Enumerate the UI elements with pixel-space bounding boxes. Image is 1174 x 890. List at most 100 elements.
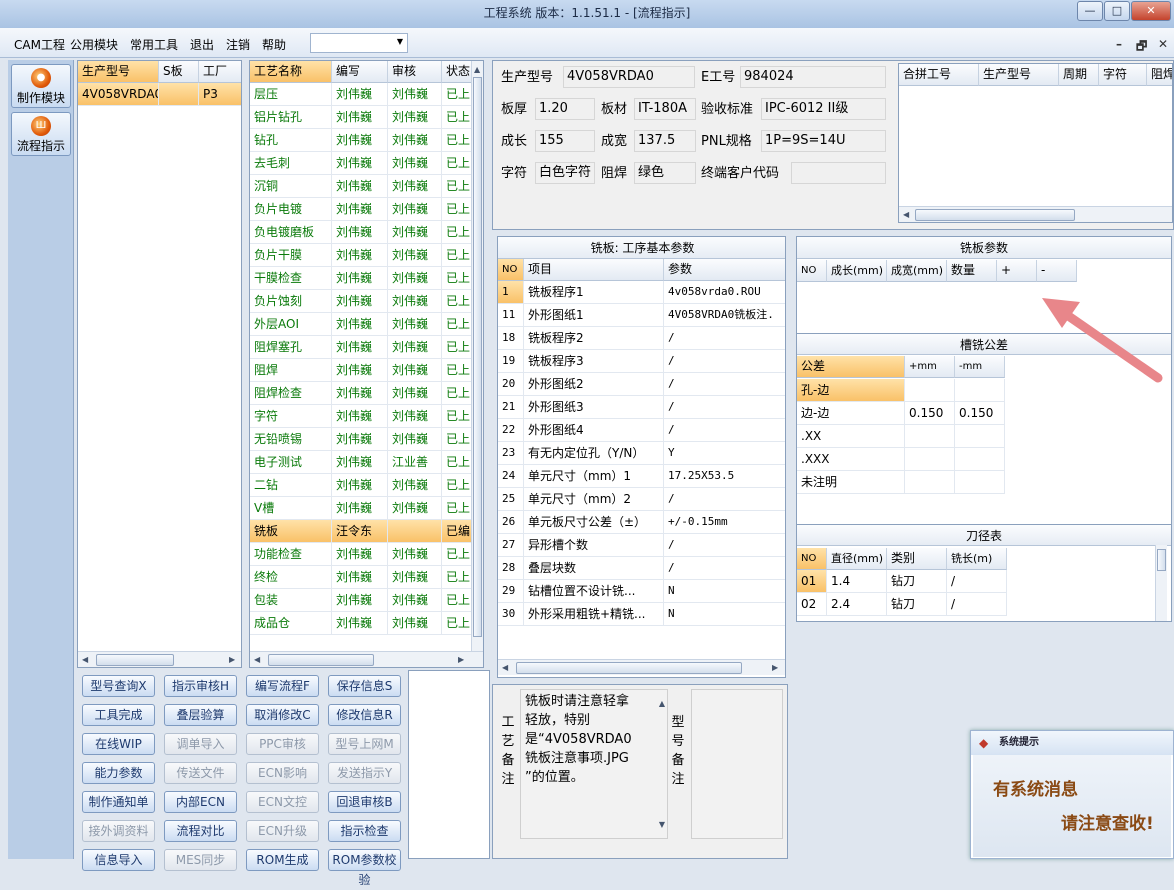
thickness-field[interactable]: 1.20 [535, 98, 595, 120]
process-name-cell[interactable]: 电子测试 [250, 451, 332, 474]
action-button[interactable]: 编写流程F [246, 675, 319, 697]
param-no-cell[interactable]: 25 [498, 488, 524, 511]
action-button[interactable]: 工具完成 [82, 704, 155, 726]
tol-name-cell[interactable]: .XXX [797, 448, 905, 471]
status-cell[interactable]: 已上 [442, 497, 474, 520]
col-tol-plus[interactable]: +mm [905, 356, 955, 378]
param-value-cell[interactable]: / [664, 419, 785, 442]
col-tol-minus[interactable]: -mm [955, 356, 1005, 378]
param-no-cell[interactable]: 23 [498, 442, 524, 465]
writer-cell[interactable]: 刘伟巍 [332, 359, 388, 382]
param-value-cell[interactable]: / [664, 488, 785, 511]
writer-cell[interactable]: 刘伟巍 [332, 566, 388, 589]
process-name-cell[interactable]: 负片干膜 [250, 244, 332, 267]
col-factory[interactable]: 工厂 [199, 61, 241, 83]
process-name-cell[interactable]: 包装 [250, 589, 332, 612]
process-name-cell[interactable]: 外层AOI [250, 313, 332, 336]
mdi-restore-button[interactable]: 🗗 [1136, 37, 1147, 58]
param-item-cell[interactable]: 铣板程序2 [524, 327, 664, 350]
action-button[interactable]: 取消修改C [246, 704, 319, 726]
eno-field[interactable]: 984024 [740, 66, 886, 88]
action-button[interactable]: ECN文控 [246, 791, 319, 813]
col-model[interactable]: 生产型号 [78, 61, 159, 83]
param-no-cell[interactable]: 28 [498, 557, 524, 580]
factory-cell[interactable]: P3 [199, 83, 241, 106]
param-item-cell[interactable]: 外形图纸1 [524, 304, 664, 327]
param-no-cell[interactable]: 1 [498, 281, 524, 304]
action-button[interactable]: PPC审核 [246, 733, 319, 755]
col-mill-width[interactable]: 成宽(mm) [887, 260, 947, 282]
reviewer-cell[interactable]: 刘伟巍 [388, 244, 442, 267]
menu-tools[interactable]: 常用工具 [130, 36, 178, 53]
status-cell[interactable]: 已上 [442, 428, 474, 451]
scroll-thumb[interactable] [915, 209, 1075, 221]
status-cell[interactable]: 已上 [442, 221, 474, 244]
col-tool-no[interactable]: NO [797, 548, 827, 570]
writer-cell[interactable]: 刘伟巍 [332, 83, 388, 106]
action-button[interactable]: 保存信息S [328, 675, 401, 697]
pnl-field[interactable]: 1P=9S=14U [761, 130, 886, 152]
tol-plus-cell[interactable] [905, 425, 955, 448]
col-item[interactable]: 项目 [524, 259, 664, 281]
param-value-cell[interactable]: 17.25X53.5 [664, 465, 785, 488]
writer-cell[interactable]: 刘伟巍 [332, 221, 388, 244]
param-value-cell[interactable]: / [664, 327, 785, 350]
action-button[interactable]: 发送指示Y [328, 762, 401, 784]
right-arrow-icon[interactable]: ▶ [229, 655, 235, 664]
up-arrow-icon[interactable]: ▲ [474, 65, 480, 74]
action-button[interactable]: 指示检查 [328, 820, 401, 842]
menu-help[interactable]: 帮助 [262, 36, 286, 53]
process-name-cell[interactable]: 去毛刺 [250, 152, 332, 175]
col-param[interactable]: 参数 [664, 259, 785, 281]
tol-plus-cell[interactable] [905, 471, 955, 494]
col-combine-mask[interactable]: 阻焊 [1147, 64, 1172, 86]
col-reviewer[interactable]: 审核 [388, 61, 442, 83]
process-name-cell[interactable]: 成品仓 [250, 612, 332, 635]
material-field[interactable]: IT-180A [634, 98, 696, 120]
tol-plus-cell[interactable]: 0.150 [905, 402, 955, 425]
process-name-cell[interactable]: 铝片钻孔 [250, 106, 332, 129]
param-no-cell[interactable]: 20 [498, 373, 524, 396]
nav-make-module[interactable]: ● 制作模块 [11, 64, 71, 108]
scroll-thumb[interactable] [473, 77, 482, 637]
action-button[interactable]: 传送文件 [164, 762, 237, 784]
status-cell[interactable]: 已上 [442, 290, 474, 313]
action-button[interactable]: 能力参数 [82, 762, 155, 784]
writer-cell[interactable]: 刘伟巍 [332, 428, 388, 451]
tool-type-cell[interactable]: 钻刀 [887, 570, 947, 593]
action-button[interactable]: ECN影响 [246, 762, 319, 784]
process-name-cell[interactable]: 二钻 [250, 474, 332, 497]
status-cell[interactable]: 已编 [442, 520, 474, 543]
param-item-cell[interactable]: 单元板尺寸公差（±） [524, 511, 664, 534]
col-mill-no[interactable]: NO [797, 260, 827, 282]
status-cell[interactable]: 已上 [442, 83, 474, 106]
param-item-cell[interactable]: 异形槽个数 [524, 534, 664, 557]
mdi-close-button[interactable]: ✕ [1158, 37, 1168, 51]
model-cell[interactable]: 4V058VRDA0 [78, 83, 159, 106]
col-no[interactable]: NO [498, 259, 524, 281]
action-button[interactable]: 流程对比 [164, 820, 237, 842]
param-item-cell[interactable]: 外形图纸2 [524, 373, 664, 396]
action-button[interactable]: MES同步 [164, 849, 237, 871]
tol-plus-cell[interactable] [905, 448, 955, 471]
process-name-cell[interactable]: 阻焊 [250, 359, 332, 382]
writer-cell[interactable]: 刘伟巍 [332, 290, 388, 313]
tool-dia-cell[interactable]: 2.4 [827, 593, 887, 616]
action-button[interactable]: 接外调资料 [82, 820, 155, 842]
reviewer-cell[interactable]: 刘伟巍 [388, 543, 442, 566]
mask-field[interactable]: 绿色 [634, 162, 696, 184]
col-tool-type[interactable]: 类别 [887, 548, 947, 570]
param-no-cell[interactable]: 30 [498, 603, 524, 626]
action-button[interactable]: 指示审核H [164, 675, 237, 697]
up-arrow-icon[interactable]: ▲ [659, 694, 665, 713]
process-name-cell[interactable]: 无铅喷锡 [250, 428, 332, 451]
param-no-cell[interactable]: 26 [498, 511, 524, 534]
model-field[interactable]: 4V058VRDA0 [563, 66, 695, 88]
col-writer[interactable]: 编写 [332, 61, 388, 83]
param-item-cell[interactable]: 有无内定位孔（Y/N） [524, 442, 664, 465]
process-list-vscroll[interactable]: ▲ [471, 61, 483, 651]
status-cell[interactable]: 已上 [442, 313, 474, 336]
param-value-cell[interactable]: N [664, 580, 785, 603]
param-item-cell[interactable]: 铣板程序3 [524, 350, 664, 373]
param-item-cell[interactable]: 铣板程序1 [524, 281, 664, 304]
